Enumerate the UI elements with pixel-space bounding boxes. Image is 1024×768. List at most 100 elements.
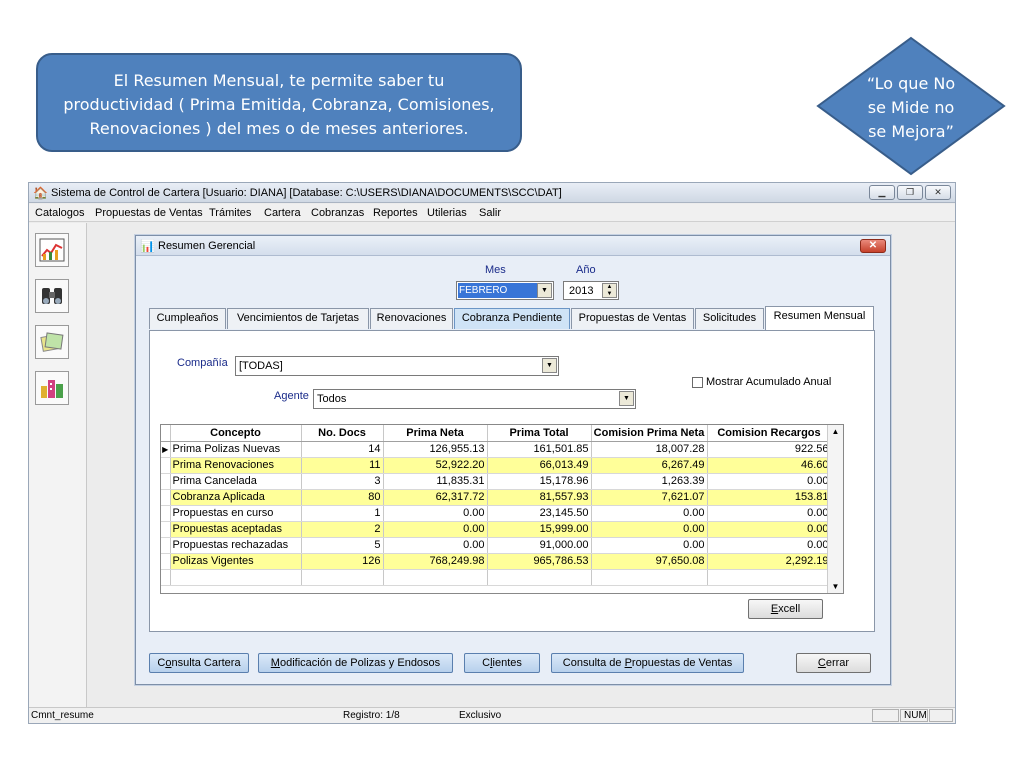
clientes-button[interactable]: Clientes — [464, 653, 540, 673]
header-no-docs[interactable]: No. Docs — [301, 425, 384, 442]
menu-propuestas[interactable]: Propuestas de Ventas — [95, 207, 203, 219]
cell-com-neta: 18,007.28 — [591, 441, 708, 458]
menu-salir[interactable]: Salir — [479, 207, 501, 219]
cerrar-button[interactable]: Cerrar — [796, 653, 871, 673]
table-row[interactable]: Prima Renovaciones 11 52,922.20 66,013.4… — [161, 457, 832, 474]
menu-cobranzas[interactable]: Cobranzas — [311, 207, 364, 219]
scroll-down-icon[interactable]: ▼ — [828, 582, 843, 591]
table-row-empty[interactable] — [161, 569, 832, 586]
menu-cartera[interactable]: Cartera — [264, 207, 301, 219]
chart-icon[interactable] — [35, 233, 69, 267]
consulta-propuestas-button[interactable]: Consulta de Propuestas de Ventas — [551, 653, 744, 673]
tab-cumpleanos[interactable]: Cumpleaños — [149, 308, 226, 329]
anio-spinner[interactable]: 2013 ▲ ▼ — [563, 281, 619, 300]
cell-total: 15,178.96 — [487, 473, 592, 490]
mes-value: FEBRERO — [458, 283, 537, 298]
callout-line-3: Renovaciones ) del mes o de meses anteri… — [89, 119, 469, 138]
row-indicator — [161, 473, 171, 490]
consulta-cartera-button[interactable]: Consulta Cartera — [149, 653, 249, 673]
status-box-empty-2 — [929, 709, 953, 722]
callout-line-2: productividad ( Prima Emitida, Cobranza,… — [63, 95, 495, 114]
status-form: Cmnt_resume — [31, 710, 94, 721]
menu-utilerias[interactable]: Utilerias — [427, 207, 467, 219]
tab-propuestas-ventas[interactable]: Propuestas de Ventas — [571, 308, 694, 329]
header-concepto[interactable]: Concepto — [170, 425, 302, 442]
minimize-icon[interactable]: ▁ — [869, 185, 895, 200]
mes-label: Mes — [485, 264, 506, 276]
table-row[interactable]: Cobranza Aplicada 80 62,317.72 81,557.93… — [161, 489, 832, 506]
documents-icon[interactable] — [35, 325, 69, 359]
header-prima-total[interactable]: Prima Total — [487, 425, 592, 442]
cell-neta: 768,249.98 — [383, 553, 488, 570]
menu-tramites[interactable]: Trámites — [209, 207, 251, 219]
scroll-up-icon[interactable]: ▲ — [828, 427, 843, 436]
cell-neta: 0.00 — [383, 505, 488, 522]
compania-value: [TODAS] — [239, 360, 283, 372]
tab-vencimientos[interactable]: Vencimientos de Tarjetas — [227, 308, 369, 329]
cell-concepto: Cobranza Aplicada — [170, 489, 302, 506]
excel-button[interactable]: Excell — [748, 599, 823, 619]
btn-accel: C — [817, 657, 826, 669]
close-icon[interactable]: ✕ — [925, 185, 951, 200]
table-row[interactable]: Propuestas rechazadas 5 0.00 91,000.00 0… — [161, 537, 832, 554]
table-row[interactable]: Propuestas en curso 1 0.00 23,145.50 0.0… — [161, 505, 832, 522]
table-row[interactable]: Propuestas aceptadas 2 0.00 15,999.00 0.… — [161, 521, 832, 538]
cell-docs: 126 — [301, 553, 384, 570]
table-header-row: Concepto No. Docs Prima Neta Prima Total… — [161, 425, 832, 442]
chevron-down-icon[interactable]: ▼ — [542, 358, 557, 373]
cell-empty — [591, 569, 708, 586]
cell-docs: 3 — [301, 473, 384, 490]
cell-com-neta: 0.00 — [591, 505, 708, 522]
table-row[interactable]: Polizas Vigentes 126 768,249.98 965,786.… — [161, 553, 832, 570]
tab-resumen-mensual[interactable]: Resumen Mensual — [765, 306, 874, 330]
row-indicator — [161, 457, 171, 474]
binoculars-icon[interactable] — [35, 279, 69, 313]
checkbox-box[interactable] — [692, 376, 703, 388]
tab-renovaciones[interactable]: Renovaciones — [370, 308, 453, 329]
cell-neta: 0.00 — [383, 537, 488, 554]
header-prima-neta[interactable]: Prima Neta — [383, 425, 488, 442]
resumen-grid: Concepto No. Docs Prima Neta Prima Total… — [160, 424, 844, 594]
header-comision-prima-neta[interactable]: Comision Prima Neta — [591, 425, 708, 442]
modificacion-polizas-button[interactable]: Modificación de Polizas y Endosos — [258, 653, 453, 673]
cell-neta: 11,835.31 — [383, 473, 488, 490]
spinner-arrows-icon[interactable]: ▲ ▼ — [602, 283, 617, 298]
quote-line-3: se Mejora” — [868, 122, 954, 141]
acumulado-anual-checkbox[interactable]: Mostrar Acumulado Anual — [692, 376, 831, 388]
cell-total: 91,000.00 — [487, 537, 592, 554]
header-comision-recargos[interactable]: Comision Recargos — [707, 425, 832, 442]
tab-solicitudes[interactable]: Solicitudes — [695, 308, 764, 329]
child-close-icon[interactable]: ✕ — [860, 239, 886, 253]
chevron-down-icon[interactable]: ▼ — [619, 391, 634, 406]
cell-neta: 52,922.20 — [383, 457, 488, 474]
app-window: 🏠 Sistema de Control de Cartera [Usuario… — [28, 182, 956, 724]
tab-cobranza-pendiente[interactable]: Cobranza Pendiente — [454, 308, 570, 329]
quote-text: “Lo que No se Mide no se Mejora” — [848, 72, 974, 144]
table-row[interactable]: ▶ Prima Polizas Nuevas 14 126,955.13 161… — [161, 441, 832, 458]
btn-text-pre: C — [482, 657, 491, 669]
cell-com-rec: 0.00 — [707, 537, 832, 554]
agente-select[interactable]: Todos ▼ — [313, 389, 636, 409]
cell-docs: 2 — [301, 521, 384, 538]
compania-select[interactable]: [TODAS] ▼ — [235, 356, 559, 376]
status-num: NUM — [900, 709, 928, 722]
cell-com-neta: 97,650.08 — [591, 553, 708, 570]
cell-empty — [707, 569, 832, 586]
btn-text-post: odificación de Polizas y Endosos — [279, 657, 441, 669]
cell-concepto: Propuestas rechazadas — [170, 537, 302, 554]
grid-scrollbar[interactable]: ▲ ▼ — [827, 425, 843, 593]
agente-label: Agente — [274, 390, 309, 402]
row-indicator — [161, 537, 171, 554]
restore-icon[interactable]: ❐ — [897, 185, 923, 200]
btn-accel: P — [624, 657, 632, 669]
buildings-icon[interactable] — [35, 371, 69, 405]
menu-reportes[interactable]: Reportes — [373, 207, 418, 219]
cell-neta: 126,955.13 — [383, 441, 488, 458]
menu-catalogos[interactable]: Catalogos — [35, 207, 85, 219]
cell-total: 23,145.50 — [487, 505, 592, 522]
cell-concepto: Prima Polizas Nuevas — [170, 441, 302, 458]
resumen-table: Concepto No. Docs Prima Neta Prima Total… — [161, 425, 832, 586]
table-row[interactable]: Prima Cancelada 3 11,835.31 15,178.96 1,… — [161, 473, 832, 490]
mes-select[interactable]: FEBRERO ▼ — [456, 281, 554, 300]
chevron-down-icon[interactable]: ▼ — [537, 283, 552, 298]
